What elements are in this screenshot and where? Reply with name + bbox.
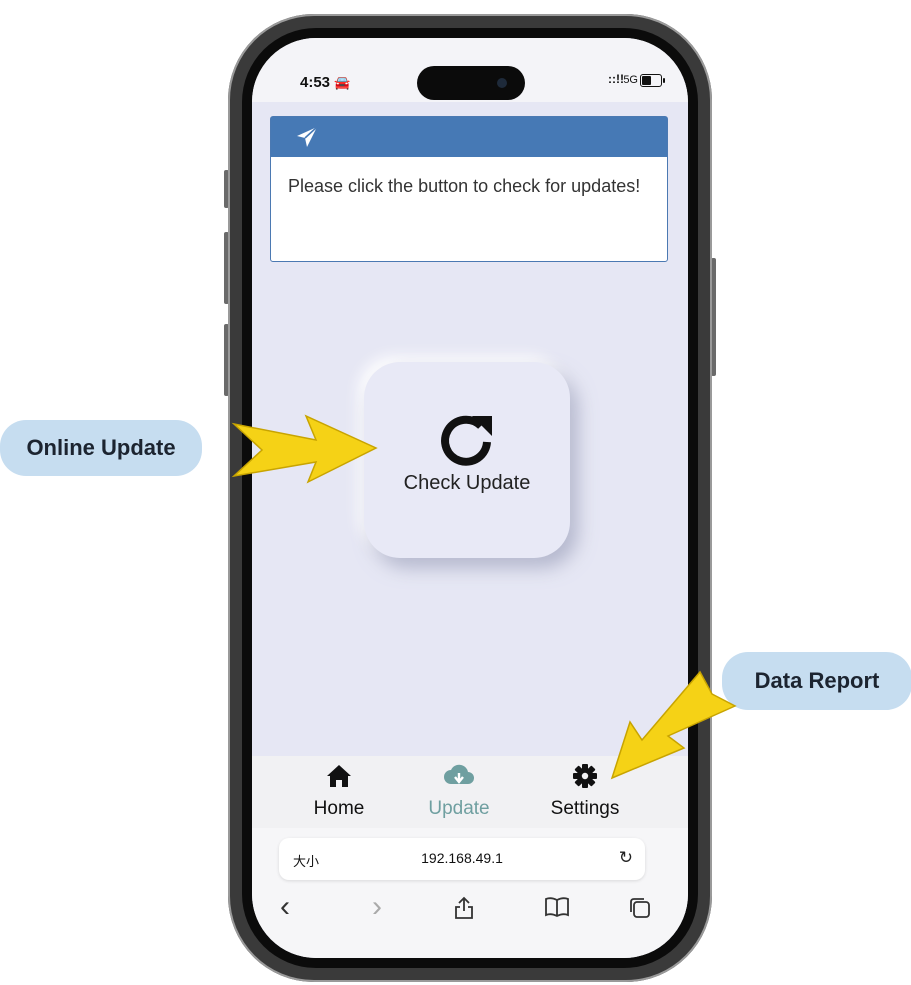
card-header xyxy=(271,117,667,157)
browser-address-area: 大小 192.168.49.1 ↻ xyxy=(252,828,688,890)
phone-bezel: 4:53 🚘 ::!! 5G Please click the button to… xyxy=(242,28,698,968)
signal-icon: ::!! xyxy=(608,72,624,86)
battery-icon xyxy=(640,74,665,87)
tab-settings[interactable]: Settings xyxy=(540,762,630,820)
dynamic-island xyxy=(417,66,525,100)
reload-icon[interactable]: ↻ xyxy=(619,848,633,868)
bookmarks-button[interactable] xyxy=(544,896,570,924)
url-text: 192.168.49.1 xyxy=(421,850,503,866)
tabs-button[interactable] xyxy=(628,896,652,926)
phone-screen: 4:53 🚘 ::!! 5G Please click the button to… xyxy=(252,38,688,958)
car-icon: 🚘 xyxy=(334,75,351,90)
card-message: Please click the button to check for upd… xyxy=(283,176,641,196)
tab-update[interactable]: Update xyxy=(414,762,504,820)
home-icon xyxy=(327,765,351,787)
data-report-callout: Data Report xyxy=(722,652,911,710)
online-update-callout: Online Update xyxy=(0,420,202,476)
refresh-icon xyxy=(441,415,492,466)
address-bar[interactable]: 大小 192.168.49.1 ↻ xyxy=(279,838,645,880)
browser-toolbar: ‹ › xyxy=(252,890,688,958)
back-button[interactable]: ‹ xyxy=(280,890,290,924)
bookmarks-icon xyxy=(545,897,569,918)
camera-icon xyxy=(497,78,507,88)
phone-frame: 4:53 🚘 ::!! 5G Please click the button to… xyxy=(228,14,712,982)
status-bar: 4:53 🚘 ::!! 5G xyxy=(252,38,688,102)
status-time: 4:53 🚘 xyxy=(300,74,351,91)
check-update-label: Check Update xyxy=(403,472,531,494)
tabs-icon xyxy=(630,898,650,918)
tab-update-label: Update xyxy=(428,798,490,819)
network-label: 5G xyxy=(623,74,638,86)
tab-home-label: Home xyxy=(313,798,365,819)
share-icon xyxy=(455,896,473,919)
gear-icon xyxy=(573,764,597,788)
update-info-card: Please click the button to check for upd… xyxy=(270,116,668,262)
paper-plane-icon xyxy=(297,126,318,147)
bottom-tab-bar: Home Update Settings xyxy=(252,756,688,828)
forward-button[interactable]: › xyxy=(372,890,382,924)
check-update-button[interactable]: Check Update xyxy=(364,362,570,558)
cloud-download-icon xyxy=(444,764,474,784)
tab-home[interactable]: Home xyxy=(294,762,384,820)
share-button[interactable] xyxy=(454,896,474,926)
tab-settings-label: Settings xyxy=(550,798,620,819)
